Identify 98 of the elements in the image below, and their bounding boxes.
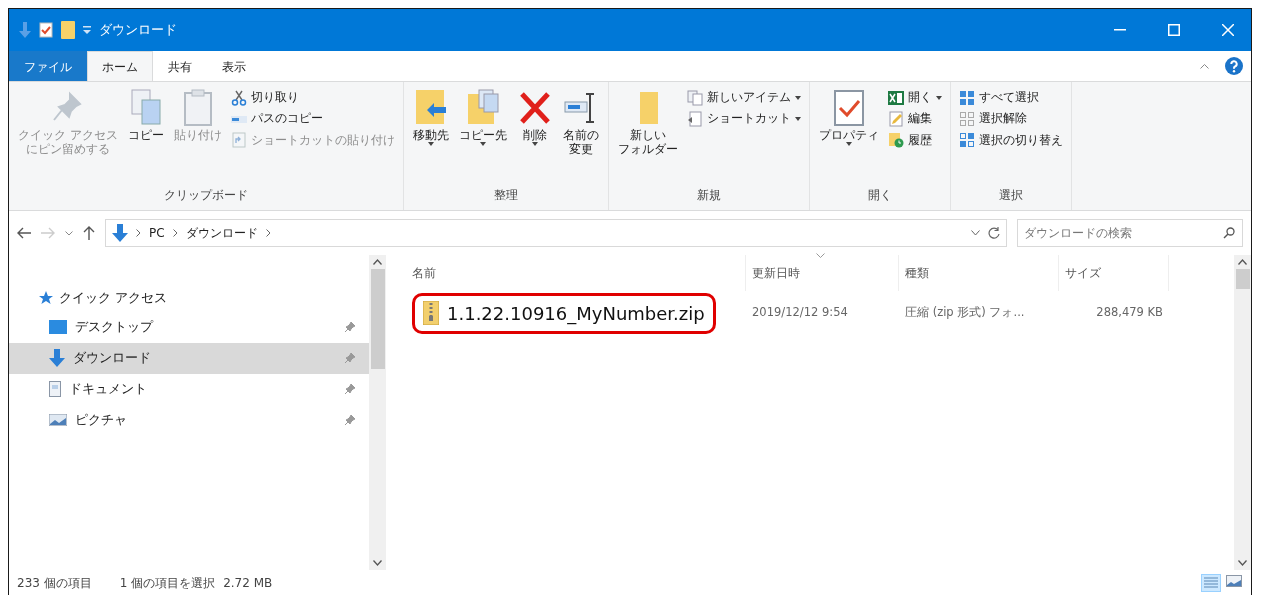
clock-folder-icon: [887, 132, 904, 149]
scrollbar-thumb[interactable]: [1235, 269, 1250, 289]
address-bar[interactable]: PC ダウンロード: [105, 219, 1007, 247]
ribbon-button[interactable]: 名前の 変更: [559, 86, 602, 186]
table-cell-text: 圧縮 (zip 形式) フォ...: [904, 304, 1026, 322]
grid-icon: [958, 132, 975, 149]
group-label: 新規: [695, 187, 722, 204]
nav-label[interactable]: ドキュメント: [69, 379, 337, 399]
item-count: 233 個の項目: [17, 574, 92, 592]
column-header[interactable]: 種類: [899, 255, 1059, 291]
spreadsheet-icon: [887, 89, 904, 106]
star-icon: [39, 291, 53, 306]
column-header[interactable]: 更新日時: [746, 255, 899, 291]
monitor-icon: [49, 320, 67, 335]
picture-icon: [1226, 574, 1242, 587]
nav-label[interactable]: ダウンロード: [73, 348, 337, 368]
selection-count: 1 個の項目を選択: [119, 574, 216, 592]
column-label[interactable]: 名前: [412, 264, 436, 282]
chevron-right-icon: [172, 229, 178, 237]
breadcrumb-link[interactable]: PC: [149, 224, 165, 242]
refresh-icon[interactable]: [988, 227, 1000, 239]
grid-icon: [958, 110, 975, 127]
table-cell-text: 2019/12/12 9:54: [751, 304, 849, 322]
ribbon-button[interactable]: すべて選択: [956, 88, 1065, 108]
file-name[interactable]: 1.1.22.10916_MyNumber.zip: [447, 299, 705, 327]
ribbon-button[interactable]: 履歴: [885, 130, 944, 150]
ribbon-tab[interactable]: 表示: [207, 51, 261, 81]
column-label[interactable]: 更新日時: [752, 264, 800, 282]
chevron-right-icon: [136, 229, 141, 237]
chevron-down-icon[interactable]: [971, 230, 980, 236]
ribbon-button[interactable]: 選択解除: [956, 109, 1065, 129]
ribbon-button[interactable]: コピー先: [455, 86, 510, 186]
pencil-page-icon: [887, 110, 904, 127]
download-arrow-icon: [49, 349, 65, 368]
ribbon-button[interactable]: 削除: [513, 86, 556, 186]
chevron-up-icon[interactable]: [373, 259, 382, 265]
ribbon-button[interactable]: 開く: [885, 88, 944, 108]
group-label: クリップボード: [162, 187, 249, 204]
nav-item[interactable]: デスクトップ: [9, 311, 369, 343]
nav-header[interactable]: クイック アクセス: [59, 289, 167, 308]
chevron-down-icon[interactable]: [373, 560, 382, 566]
shortcut-page-icon: [230, 132, 247, 149]
close-icon[interactable]: [1222, 24, 1234, 36]
search-icon: [1223, 227, 1235, 239]
dropdown-icon[interactable]: [83, 26, 91, 34]
nav-label[interactable]: デスクトップ: [75, 317, 337, 337]
back-icon[interactable]: [17, 227, 31, 239]
sort-caret-icon[interactable]: [816, 253, 825, 258]
ribbon-button[interactable]: パスのコピー: [228, 109, 397, 129]
chevron-down-icon[interactable]: [65, 230, 73, 236]
column-label[interactable]: 種類: [905, 264, 929, 282]
selection-size: 2.72 MB: [223, 574, 273, 592]
download-arrow-icon: [112, 224, 128, 242]
window-title: ダウンロード: [99, 21, 177, 40]
search-field[interactable]: ダウンロードの検索: [1017, 219, 1243, 247]
ribbon-button[interactable]: 編集: [885, 109, 944, 129]
chevron-right-icon: [265, 229, 271, 237]
ribbon-button[interactable]: 新しい フォルダー: [614, 86, 681, 186]
chevron-up-icon[interactable]: [1238, 259, 1247, 265]
scrollbar-thumb[interactable]: [370, 269, 385, 369]
help-icon[interactable]: [1225, 57, 1243, 75]
column-label[interactable]: サイズ: [1065, 264, 1101, 282]
ribbon-button[interactable]: プロパティ: [815, 86, 882, 186]
collapse-icon[interactable]: [1200, 63, 1209, 69]
up-icon[interactable]: [83, 226, 95, 240]
ribbon-button[interactable]: コピー: [124, 86, 167, 186]
check-page-icon[interactable]: [39, 22, 53, 38]
scrollbar[interactable]: [369, 255, 386, 570]
ribbon-button[interactable]: 新しいアイテム: [684, 88, 803, 108]
group-label: 整理: [492, 187, 519, 204]
ribbon-button[interactable]: 移動先: [409, 86, 452, 186]
group-label: 開く: [866, 187, 893, 204]
grid-icon: [958, 89, 975, 106]
list-icon: [1203, 575, 1219, 590]
nav-item[interactable]: ダウンロード: [9, 342, 369, 374]
scrollbar[interactable]: [1234, 255, 1251, 570]
ribbon-button[interactable]: ショートカット: [684, 109, 803, 129]
ribbon-tab[interactable]: 共有: [153, 51, 207, 81]
page-icon: [49, 381, 61, 398]
nav-item[interactable]: ピクチャ: [9, 404, 369, 436]
picture-icon: [49, 414, 67, 427]
ribbon-tab[interactable]: ファイル: [9, 51, 87, 81]
pages-icon: [686, 89, 703, 106]
nav-label[interactable]: ピクチャ: [75, 410, 337, 430]
breadcrumb-link[interactable]: ダウンロード: [185, 224, 258, 242]
ribbon-tab[interactable]: ホーム: [87, 51, 153, 81]
table-cell-text: 288,479 KB: [1095, 304, 1164, 322]
scissors-icon: [230, 89, 247, 106]
ribbon-button[interactable]: 切り取り: [228, 88, 397, 108]
zip-folder-icon: [423, 301, 439, 325]
ribbon-button[interactable]: 選択の切り替え: [956, 130, 1065, 150]
column-header[interactable]: 名前: [406, 255, 746, 291]
page-icon: [686, 110, 703, 127]
group-label: 選択: [997, 187, 1024, 204]
maximize-icon[interactable]: [1168, 24, 1180, 36]
chevron-down-icon[interactable]: [1238, 560, 1247, 566]
nav-item[interactable]: ドキュメント: [9, 373, 369, 405]
column-header[interactable]: サイズ: [1059, 255, 1169, 291]
